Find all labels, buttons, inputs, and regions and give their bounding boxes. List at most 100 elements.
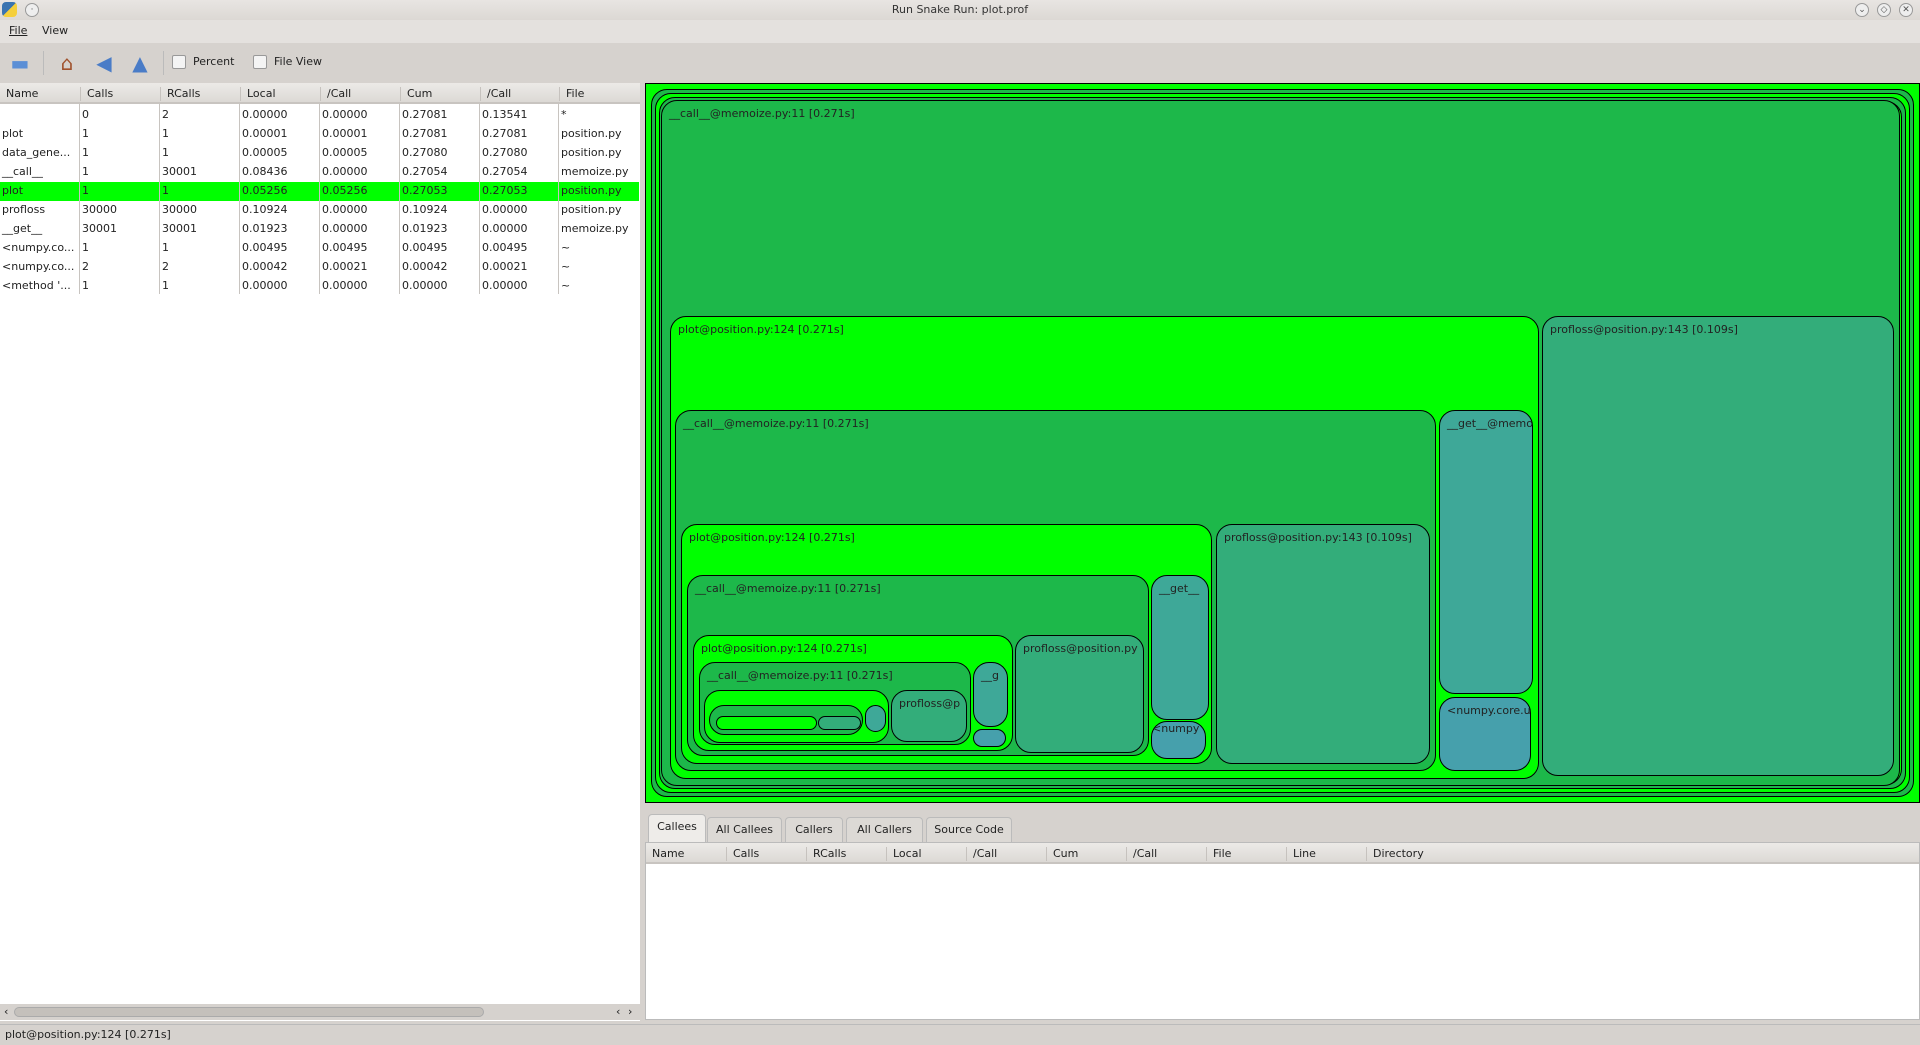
treemap-node[interactable]: __g xyxy=(973,662,1008,727)
minimize-button[interactable]: ⌄ xyxy=(1855,3,1869,17)
table-cell: 0.27053 xyxy=(482,184,528,197)
table-cell: 0.00000 xyxy=(242,108,288,121)
column-header[interactable]: /Call xyxy=(480,87,511,101)
treemap-node[interactable] xyxy=(973,729,1006,747)
column-header[interactable]: RCalls xyxy=(806,847,886,861)
column-header[interactable]: Cum xyxy=(400,87,432,101)
treemap-node[interactable]: <numpy.core.umath xyxy=(1439,697,1531,771)
treemap-node[interactable]: profloss@position.py:143 [0.109s] xyxy=(1542,316,1894,776)
treemap-node[interactable]: profloss@p xyxy=(891,690,967,742)
callees-table: Name Calls RCalls Local/Call Cum/Call File Lin… xyxy=(645,842,1920,1020)
table-cell: 0.08436 xyxy=(242,165,288,178)
column-divider xyxy=(558,104,559,294)
column-header[interactable]: Calls xyxy=(726,847,806,861)
table-cell: 0.00000 xyxy=(322,108,368,121)
table-cell: <numpy.co... xyxy=(2,241,75,254)
scrollbar-thumb[interactable] xyxy=(14,1007,484,1017)
window-menu-button[interactable]: · xyxy=(25,3,39,17)
column-header[interactable]: RCalls xyxy=(160,87,200,101)
table-cell: __get__ xyxy=(2,222,43,235)
table-cell: 0.27054 xyxy=(482,165,528,178)
column-header[interactable]: Local xyxy=(240,87,276,101)
treemap-node[interactable] xyxy=(818,716,861,730)
treemap-node[interactable] xyxy=(865,705,886,732)
column-divider xyxy=(159,104,160,294)
menu-view[interactable]: View xyxy=(42,24,68,37)
scroll-left-icon[interactable]: ‹ xyxy=(4,1005,8,1018)
table-cell: 0.00000 xyxy=(322,279,368,292)
column-header[interactable]: /Call xyxy=(966,847,1046,861)
menu-file[interactable]: File xyxy=(9,24,27,37)
table-cell: 0.27081 xyxy=(402,127,448,140)
column-header[interactable]: Cum xyxy=(1046,847,1126,861)
table-cell: 0.00005 xyxy=(322,146,368,159)
table-cell: 1 xyxy=(82,241,89,254)
treemap-node[interactable] xyxy=(716,716,817,730)
column-header[interactable]: Directory xyxy=(1366,847,1446,861)
scroll-right-icon[interactable]: › xyxy=(628,1005,632,1018)
maximize-button[interactable]: ◇ xyxy=(1877,3,1891,17)
tab-callers[interactable]: Callers xyxy=(785,817,843,843)
file-view-checkbox[interactable] xyxy=(253,55,267,69)
column-header[interactable]: Local xyxy=(886,847,966,861)
treemap-node[interactable]: profloss@position.py xyxy=(1015,635,1144,753)
column-header[interactable]: /Call xyxy=(320,87,351,101)
table-cell: 1 xyxy=(82,165,89,178)
table-cell: 0.00000 xyxy=(482,203,528,216)
back-arrow-icon[interactable]: ◀ xyxy=(91,51,117,75)
treemap-node[interactable]: __get__@memoize xyxy=(1439,410,1533,694)
close-button[interactable]: ✕ xyxy=(1899,3,1913,17)
table-cell: * xyxy=(561,108,567,121)
table-cell: position.py xyxy=(561,127,622,140)
table-cell: 1 xyxy=(82,184,89,197)
function-list-table: Name Calls RCalls Local/Call Cum/Call File 0 2… xyxy=(0,83,640,1021)
tab-all-callers[interactable]: All Callers xyxy=(846,817,923,843)
table-cell: 0.00000 xyxy=(402,279,448,292)
status-text: plot@position.py:124 [0.271s] xyxy=(5,1028,171,1041)
column-header[interactable]: Calls xyxy=(80,87,113,101)
treemap-node[interactable]: <numpy xyxy=(1151,721,1206,759)
table-cell: 0.00001 xyxy=(322,127,368,140)
table-cell: position.py xyxy=(561,203,622,216)
table-cell: 0.00495 xyxy=(482,241,528,254)
table-cell: 0.00021 xyxy=(482,260,528,273)
print-icon[interactable]: ▬ xyxy=(7,51,33,75)
file-view-label: File View xyxy=(274,55,323,68)
column-header[interactable]: File xyxy=(559,87,584,101)
tab-source-code[interactable]: Source Code xyxy=(926,817,1012,843)
table-cell: 2 xyxy=(82,260,89,273)
percent-label: Percent xyxy=(193,55,235,68)
table-cell: 0.00000 xyxy=(322,203,368,216)
table-cell: 0.01923 xyxy=(402,222,448,235)
table-cell: profloss xyxy=(2,203,46,216)
column-header[interactable]: Name xyxy=(0,87,38,101)
scroll-left-icon[interactable]: ‹ xyxy=(616,1005,620,1018)
treemap-node[interactable]: __get__ xyxy=(1151,575,1209,720)
column-header[interactable]: /Call xyxy=(1126,847,1206,861)
tab-all-callees[interactable]: All Callees xyxy=(707,817,782,843)
status-bar: plot@position.py:124 [0.271s] xyxy=(0,1024,1920,1045)
table-cell: 0.00000 xyxy=(322,165,368,178)
column-header[interactable]: Line xyxy=(1286,847,1366,861)
table-header: Name Calls RCalls Local/Call Cum/Call File xyxy=(0,83,640,104)
table-cell: 2 xyxy=(162,108,169,121)
column-header[interactable]: File xyxy=(1206,847,1286,861)
table-cell: plot xyxy=(2,184,24,197)
table-cell: 0.27081 xyxy=(402,108,448,121)
table-cell: 2 xyxy=(162,260,169,273)
table-cell: 30000 xyxy=(162,203,197,216)
table-cell: 30001 xyxy=(162,165,197,178)
percent-checkbox[interactable] xyxy=(172,55,186,69)
table-cell: 1 xyxy=(162,241,169,254)
horizontal-scrollbar[interactable]: ‹ ‹ › xyxy=(0,1004,640,1020)
table-cell: <numpy.co... xyxy=(2,260,75,273)
table-cell: 0.00000 xyxy=(482,222,528,235)
table-cell: 0.00000 xyxy=(242,279,288,292)
table-cell: 0.27081 xyxy=(482,127,528,140)
up-arrow-icon[interactable]: ▲ xyxy=(127,51,153,75)
treemap-node[interactable]: profloss@position.py:143 [0.109s] xyxy=(1216,524,1430,764)
column-header[interactable]: Name xyxy=(646,847,726,861)
title-bar: · Run Snake Run: plot.prof ⌄ ◇ ✕ xyxy=(0,0,1920,20)
home-icon[interactable]: ⌂ xyxy=(54,51,80,75)
tab-callees[interactable]: Callees xyxy=(648,814,706,844)
